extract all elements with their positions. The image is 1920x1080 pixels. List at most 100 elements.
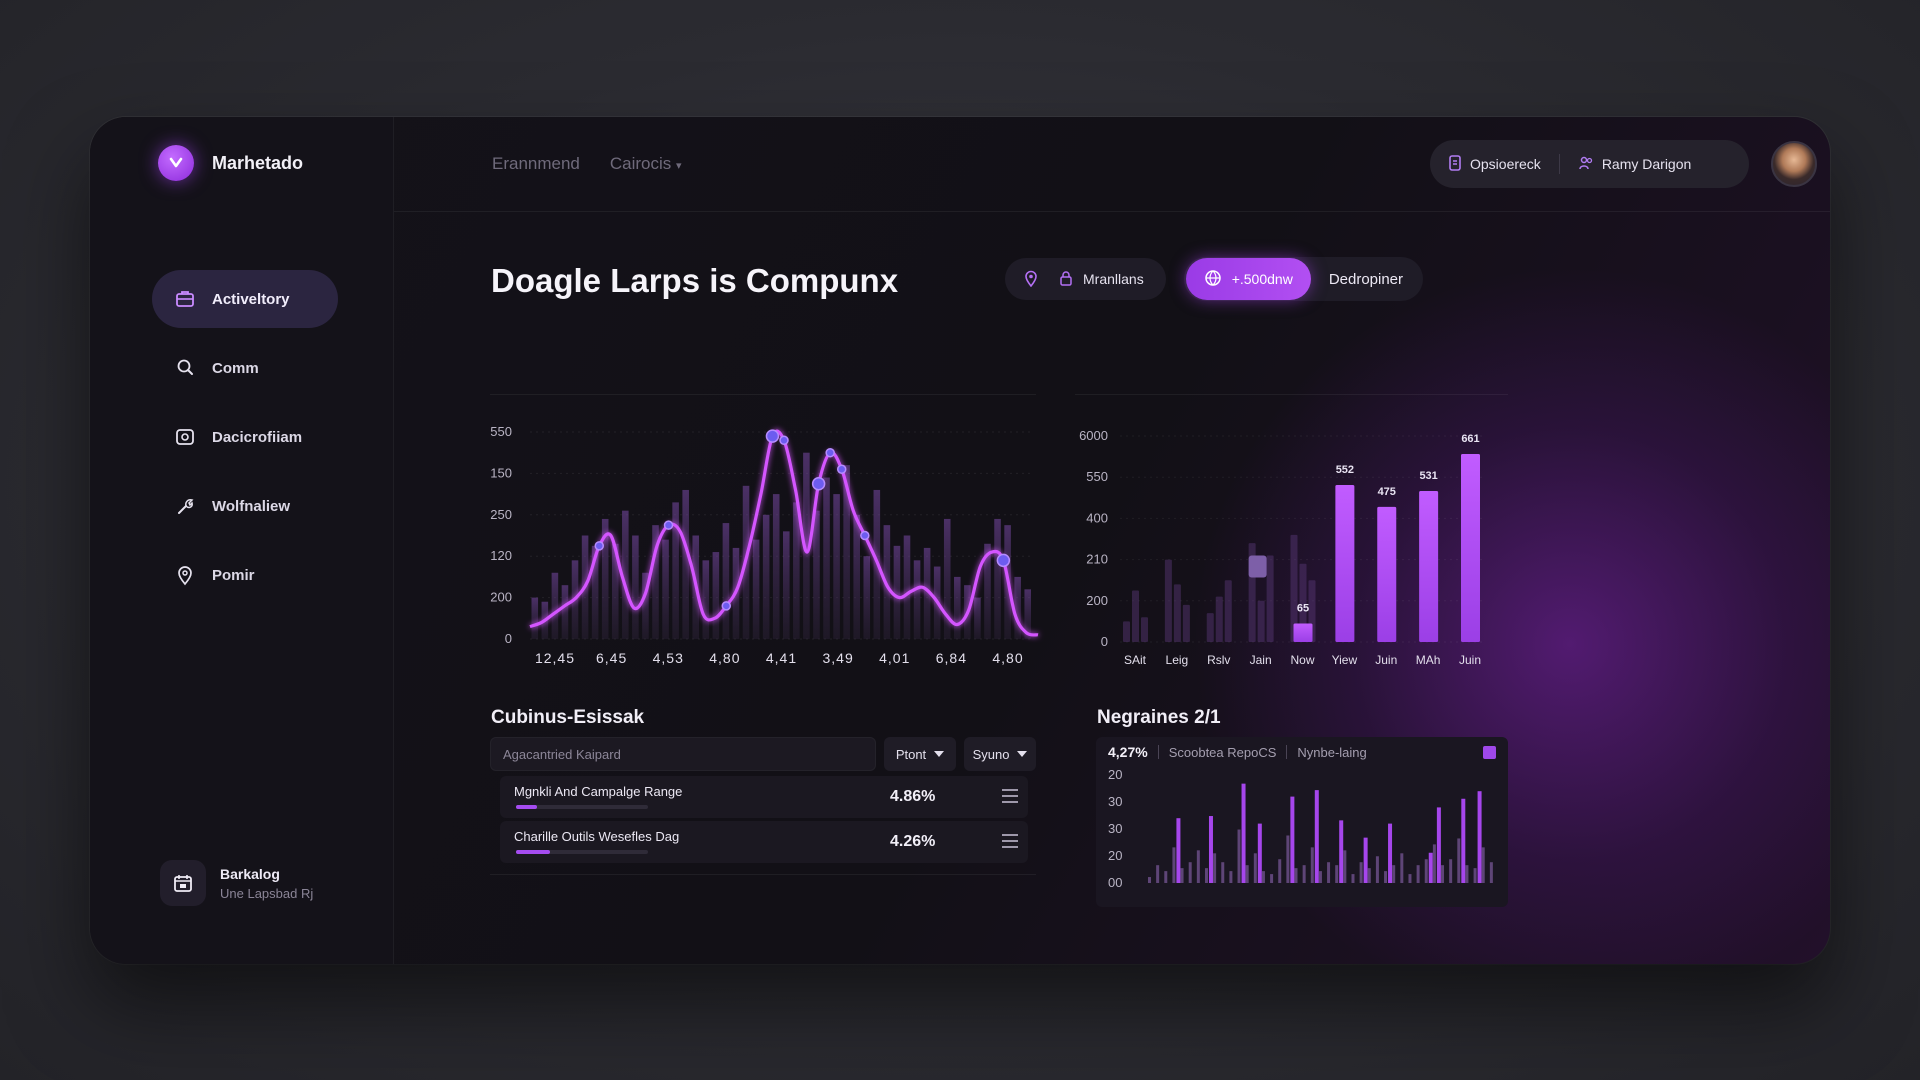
mini-bar [1196,850,1200,883]
briefcase-icon [174,288,196,310]
mini-bar-highlight [1176,818,1181,883]
mini-bar-highlight [1290,796,1295,883]
histogram-bar [793,502,800,639]
mini-bar-highlight [1388,823,1393,883]
x-tick-label: 6,84 [936,650,967,666]
histogram-bar [863,556,871,639]
y-tick-label: 550 [1086,469,1108,484]
bar [1293,623,1313,642]
divider [1075,394,1508,395]
background-bar [1266,555,1274,642]
histogram-bar [561,585,569,639]
location-pin-icon [174,564,196,586]
chevron-down-icon: ▾ [676,160,682,172]
background-bar [1182,604,1190,642]
bar-value-label: 552 [1336,464,1354,476]
top-nav-link-1[interactable]: Erannmend [492,154,580,174]
divider [1286,745,1288,759]
wrench-icon [174,495,196,517]
divider [490,394,1036,395]
background-bar [1132,590,1139,642]
top-action-second[interactable]: Ramy Darigon [1560,140,1709,188]
x-tick-label: Rslv [1207,653,1230,667]
histogram-bar [893,545,901,639]
avatar[interactable] [1771,141,1817,187]
background-bar [1123,621,1130,642]
menu-icon[interactable] [1002,789,1018,803]
histogram-bar [813,510,820,639]
table-row[interactable]: Charille Outils Wesefles Dag 4.26% [500,821,1028,863]
top-nav-link-2[interactable]: Cairocis ▾ [610,154,682,174]
sidebar-item-label: Dacicrofiiam [212,428,303,446]
mini-bar [1359,862,1363,883]
sidebar-item-label: Activeltory [212,290,290,308]
mini-bar [1156,865,1160,883]
sidebar-item-pomir[interactable]: Pomir [152,546,338,604]
y-tick-label: 6000 [1079,428,1108,443]
background-bar [1215,596,1223,642]
bar [1335,485,1355,642]
data-point [765,429,780,443]
mini-bar-highlight [1461,798,1466,883]
sidebar-item-label: Pomir [212,566,255,584]
mini-bar [1375,856,1379,883]
mini-bar [1286,835,1290,883]
sidebar-item-wolfnaliew[interactable]: Wolfnaliew [152,477,338,535]
histogram-bar [772,494,780,639]
mini-bar [1148,877,1151,883]
bottom-panel-label-2: Nynbe-laing [1297,744,1367,760]
brand[interactable]: Marhetado [158,145,303,181]
background-bar [1164,559,1172,642]
row-progress-fill [516,805,538,809]
sidebar-item-comm[interactable]: Comm [152,339,338,397]
y-tick-label: 00 [1108,875,1122,890]
legend-swatch-icon[interactable] [1483,745,1496,759]
top-nav: Erannmend Cairocis ▾ [492,154,682,174]
location-filter[interactable]: Mranllans [1005,258,1166,300]
mini-bar-highlight [1208,816,1213,883]
y-tick-label: 400 [1086,510,1108,525]
row-name: Mgnkli And Campalge Range [514,784,683,799]
accent-filter[interactable]: +.500dnw [1185,258,1311,300]
sidebar-item-dacicrofiiam[interactable]: Dacicrofiiam [152,408,338,466]
table-toolbar: Agacantried Kaipard Ptont Syuno [490,737,1036,771]
histogram-bar [903,535,911,639]
table-row[interactable]: Mgnkli And Campalge Range 4.86% [500,776,1028,818]
x-tick-label: Leig [1166,653,1189,667]
menu-icon[interactable] [1002,834,1018,848]
y-tick-label: 30 [1108,821,1122,836]
search-icon [174,357,196,379]
row-progress-track [516,805,648,809]
footer-title: Barkalog [220,865,280,882]
sidebar-item-activeltory[interactable]: Activeltory [152,270,338,328]
y-tick-label: 30 [1108,794,1122,809]
mini-bar [1270,874,1274,883]
page-title: Doagle Larps is Compunx [491,262,899,299]
mini-bar [1489,862,1493,883]
x-tick-label: Yiew [1332,653,1358,667]
y-tick-label: 20 [1108,848,1122,863]
table-title: Cubinus-Esissak [491,707,645,728]
mini-bar [1188,862,1192,883]
mini-bar [1481,847,1485,883]
table-search-input[interactable]: Agacantried Kaipard [490,737,876,771]
mini-bar [1310,847,1314,883]
histogram-bar [913,560,921,639]
y-tick-label: 120 [490,548,512,563]
mini-bar [1172,847,1176,883]
table-dropdown-2[interactable]: Syuno [964,737,1036,771]
divider [1157,745,1159,759]
mini-bar [1351,874,1355,883]
plain-filter[interactable]: Dedropiner [1311,271,1421,288]
histogram-bar [833,494,840,639]
sidebar-footer[interactable]: Barkalog Une Lapsbad Rj [160,860,313,906]
x-tick-label: 4,80 [709,650,740,666]
top-action-first[interactable]: Opsioereck [1430,140,1559,188]
histogram-bar [702,560,710,639]
mini-bar-highlight [1314,790,1319,883]
mini-bar-highlight [1436,807,1441,883]
app-window: Marhetado Activeltory Comm Dacicrofiiam [90,117,1830,964]
table-dropdown-1[interactable]: Ptont [884,737,956,771]
brand-logo-icon [158,145,194,181]
mini-bar [1245,865,1249,883]
